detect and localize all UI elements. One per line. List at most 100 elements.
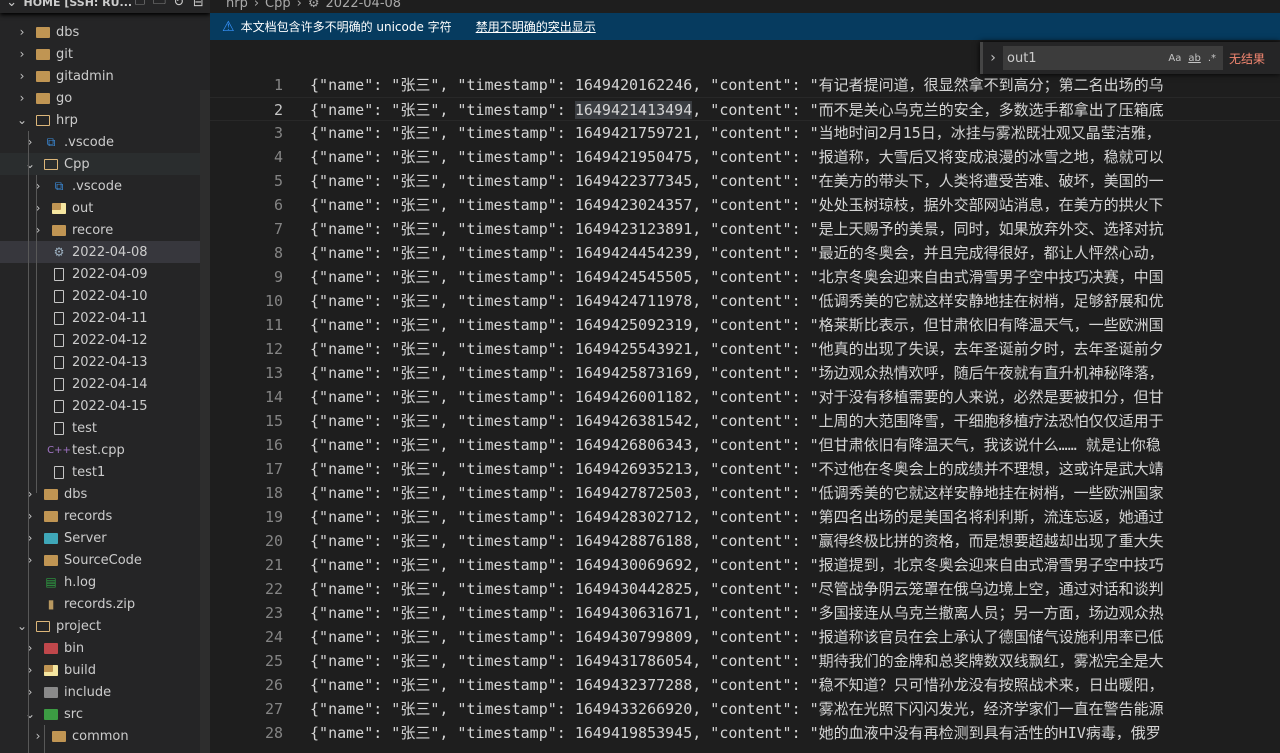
tree-item[interactable]: › recore bbox=[0, 219, 210, 241]
chevron-right-icon[interactable]: › bbox=[24, 685, 36, 699]
tree-item[interactable]: › SourceCode bbox=[0, 549, 210, 571]
tree-item[interactable]: › gitadmin bbox=[0, 65, 210, 87]
code-line[interactable]: 14 {"name": "张三", "timestamp": 1649426001… bbox=[210, 385, 1280, 409]
tree-item[interactable]: › bin bbox=[0, 637, 210, 659]
code-line[interactable]: 16 {"name": "张三", "timestamp": 1649426806… bbox=[210, 433, 1280, 457]
collapse-all-icon[interactable]: ⊟ bbox=[191, 0, 206, 10]
tree-item[interactable]: C++ test.cpp bbox=[0, 439, 210, 461]
tree-item[interactable]: ⌄ project bbox=[0, 615, 210, 637]
tree-item[interactable]: 2022-04-09 bbox=[0, 263, 210, 285]
new-file-icon[interactable]: 🗋 bbox=[132, 0, 147, 13]
code-line[interactable]: 8 {"name": "张三", "timestamp": 16494244542… bbox=[210, 241, 1280, 265]
code-line[interactable]: 19 {"name": "张三", "timestamp": 1649428302… bbox=[210, 505, 1280, 529]
tree-item[interactable]: › ⧉ .vscode bbox=[0, 131, 210, 153]
breadcrumb-cpp[interactable]: Cpp bbox=[265, 0, 291, 11]
code-line[interactable]: 3 {"name": "张三", "timestamp": 16494217597… bbox=[210, 121, 1280, 145]
chevron-right-icon[interactable]: › bbox=[32, 201, 44, 215]
code-line[interactable]: 17 {"name": "张三", "timestamp": 1649426935… bbox=[210, 457, 1280, 481]
code-line[interactable]: 5 {"name": "张三", "timestamp": 16494223773… bbox=[210, 169, 1280, 193]
tree-item[interactable]: ⌄ src bbox=[0, 703, 210, 725]
code-line[interactable]: 27 {"name": "张三", "timestamp": 1649433266… bbox=[210, 697, 1280, 721]
tree-item[interactable]: › build bbox=[0, 659, 210, 681]
chevron-down-icon[interactable]: ⌄ bbox=[24, 157, 36, 171]
code-line[interactable]: 12 {"name": "张三", "timestamp": 1649425543… bbox=[210, 337, 1280, 361]
code-line[interactable]: 26 {"name": "张三", "timestamp": 1649432377… bbox=[210, 673, 1280, 697]
tree-item[interactable]: ⌄ Cpp bbox=[0, 153, 210, 175]
tree-item[interactable]: 2022-04-11 bbox=[0, 307, 210, 329]
tree-item[interactable]: › common bbox=[0, 725, 210, 747]
code-line[interactable]: 21 {"name": "张三", "timestamp": 1649430069… bbox=[210, 553, 1280, 577]
find-input-value[interactable]: out1 bbox=[1007, 51, 1168, 66]
chevron-right-icon[interactable]: › bbox=[24, 553, 36, 567]
breadcrumb-file[interactable]: 2022-04-08 bbox=[326, 0, 402, 11]
tree-item[interactable]: ⌄ hrp bbox=[0, 109, 210, 131]
code-line[interactable]: 1 {"name": "张三", "timestamp": 16494201622… bbox=[210, 73, 1280, 97]
tree-item[interactable]: 2022-04-12 bbox=[0, 329, 210, 351]
refresh-icon[interactable]: ↻ bbox=[171, 0, 186, 10]
tree-item[interactable]: › Server bbox=[0, 527, 210, 549]
tree-item[interactable]: test bbox=[0, 417, 210, 439]
chevron-right-icon[interactable]: › bbox=[16, 25, 28, 39]
chevron-down-icon[interactable]: ⌄ bbox=[16, 619, 28, 633]
match-whole-word-icon[interactable]: ab bbox=[1188, 53, 1200, 64]
sidebar-scrollbar[interactable] bbox=[200, 90, 210, 753]
warning-text: 本文档包含许多不明确的 unicode 字符 bbox=[240, 20, 452, 34]
code-line[interactable]: 15 {"name": "张三", "timestamp": 1649426381… bbox=[210, 409, 1280, 433]
tree-item[interactable]: 2022-04-15 bbox=[0, 395, 210, 417]
chevron-right-icon[interactable]: › bbox=[24, 509, 36, 523]
chevron-down-icon[interactable]: ⌄ bbox=[24, 707, 36, 721]
timestamp-value: 1649425543921 bbox=[574, 340, 693, 358]
tree-item[interactable]: ⚙ 2022-04-08 bbox=[0, 241, 210, 263]
code-line[interactable]: 28 {"name": "张三", "timestamp": 1649419853… bbox=[210, 721, 1280, 745]
tree-item[interactable]: › include bbox=[0, 681, 210, 703]
chevron-right-icon[interactable]: › bbox=[16, 91, 28, 105]
new-folder-icon[interactable]: 🗀 bbox=[152, 0, 167, 13]
code-line[interactable]: 10 {"name": "张三", "timestamp": 1649424711… bbox=[210, 289, 1280, 313]
tree-item[interactable]: › ⧉ .vscode bbox=[0, 175, 210, 197]
find-input[interactable]: out1 Aa ab .* bbox=[1003, 46, 1223, 70]
chevron-right-icon[interactable]: › bbox=[32, 179, 44, 193]
code-line[interactable]: 4 {"name": "张三", "timestamp": 16494219504… bbox=[210, 145, 1280, 169]
tree-item[interactable]: ▮ records.zip bbox=[0, 593, 210, 615]
chevron-right-icon[interactable]: › bbox=[16, 47, 28, 61]
tree-item[interactable]: › records bbox=[0, 505, 210, 527]
code-line[interactable]: 23 {"name": "张三", "timestamp": 1649430631… bbox=[210, 601, 1280, 625]
tree-item[interactable]: › out bbox=[0, 197, 210, 219]
chevron-right-icon[interactable]: › bbox=[32, 223, 44, 237]
chevron-right-icon[interactable]: › bbox=[24, 663, 36, 677]
code-line[interactable]: 20 {"name": "张三", "timestamp": 1649428876… bbox=[210, 529, 1280, 553]
tree-item[interactable]: › dbs bbox=[0, 483, 210, 505]
code-line[interactable]: 22 {"name": "张三", "timestamp": 1649430442… bbox=[210, 577, 1280, 601]
code-line[interactable]: 7 {"name": "张三", "timestamp": 16494231238… bbox=[210, 217, 1280, 241]
chevron-right-icon[interactable]: › bbox=[24, 641, 36, 655]
code-line[interactable]: 24 {"name": "张三", "timestamp": 1649430799… bbox=[210, 625, 1280, 649]
chevron-right-icon[interactable]: › bbox=[24, 135, 36, 149]
regex-icon[interactable]: .* bbox=[1208, 53, 1216, 64]
code-line[interactable]: 18 {"name": "张三", "timestamp": 1649427872… bbox=[210, 481, 1280, 505]
code-line[interactable]: 9 {"name": "张三", "timestamp": 16494245455… bbox=[210, 265, 1280, 289]
chevron-down-icon[interactable]: ⌄ bbox=[4, 0, 19, 10]
chevron-right-icon[interactable]: › bbox=[24, 487, 36, 501]
toggle-replace-chevron-icon[interactable]: › bbox=[983, 50, 1003, 66]
code-line[interactable]: 6 {"name": "张三", "timestamp": 16494230243… bbox=[210, 193, 1280, 217]
code-line[interactable]: 2 {"name": "张三", "timestamp": 16494214134… bbox=[210, 97, 1280, 121]
tree-item[interactable]: ▤ h.log bbox=[0, 571, 210, 593]
chevron-down-icon[interactable]: ⌄ bbox=[16, 113, 28, 127]
chevron-right-icon[interactable]: › bbox=[32, 729, 44, 743]
code-line[interactable]: 13 {"name": "张三", "timestamp": 1649425873… bbox=[210, 361, 1280, 385]
match-case-icon[interactable]: Aa bbox=[1168, 53, 1181, 64]
tree-item[interactable]: › dbs bbox=[0, 21, 210, 43]
tree-item[interactable]: 2022-04-14 bbox=[0, 373, 210, 395]
tree-item[interactable]: 2022-04-10 bbox=[0, 285, 210, 307]
disable-highlight-link[interactable]: 禁用不明确的突出显示 bbox=[476, 18, 596, 35]
tree-item[interactable]: › go bbox=[0, 87, 210, 109]
tree-item[interactable]: test1 bbox=[0, 461, 210, 483]
tree-item[interactable]: › git bbox=[0, 43, 210, 65]
chevron-right-icon[interactable]: › bbox=[24, 531, 36, 545]
tree-item[interactable]: 2022-04-13 bbox=[0, 351, 210, 373]
code-line[interactable]: 11 {"name": "张三", "timestamp": 1649425092… bbox=[210, 313, 1280, 337]
code-line[interactable]: 25 {"name": "张三", "timestamp": 1649431786… bbox=[210, 649, 1280, 673]
breadcrumb-hrp[interactable]: hrp bbox=[226, 0, 248, 11]
chevron-right-icon[interactable]: › bbox=[16, 69, 28, 83]
code-editor[interactable]: 1 {"name": "张三", "timestamp": 16494201622… bbox=[210, 40, 1280, 753]
